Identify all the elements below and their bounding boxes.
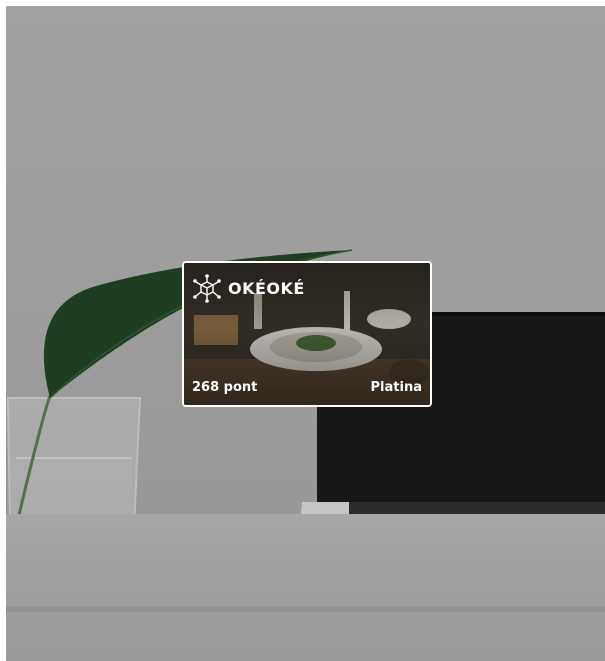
desk-surface — [6, 514, 605, 661]
tier-label: Platina — [370, 380, 422, 395]
brand-logo: OKÉOKÉ — [192, 273, 305, 303]
desk-edge — [6, 606, 605, 612]
loyalty-card[interactable]: OKÉOKÉ 268 pont Platina — [182, 261, 432, 407]
brand-name: OKÉOKÉ — [228, 278, 305, 298]
points-label: 268 pont — [192, 380, 258, 395]
network-cube-icon — [193, 274, 221, 303]
